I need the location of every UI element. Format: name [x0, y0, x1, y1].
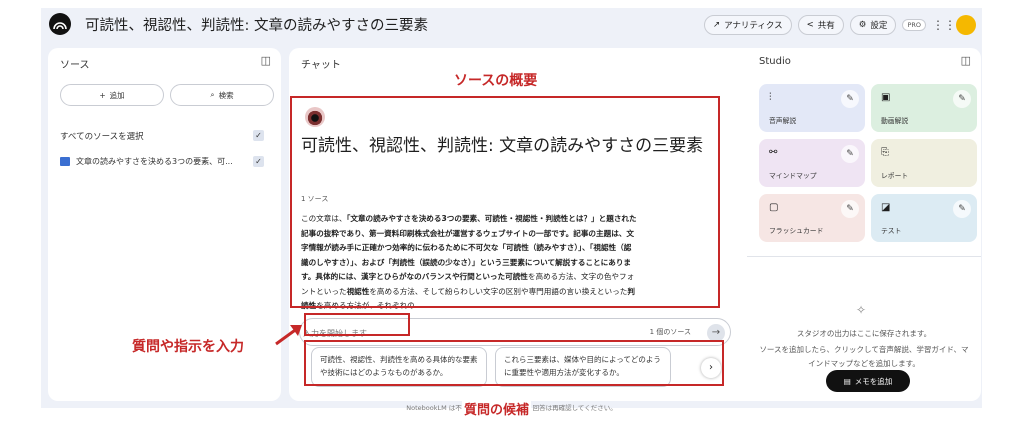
add-source-button[interactable]: + 追加 [60, 84, 164, 106]
pencil-edit-icon[interactable]: ✎ [953, 90, 971, 108]
quiz-icon: ◪ [881, 202, 891, 213]
pro-badge: PRO [902, 19, 926, 31]
search-sparkle-icon: ⌕ [210, 90, 215, 99]
studio-tile-label: レポート [881, 172, 909, 180]
studio-tile-label: 音声解説 [769, 117, 797, 125]
search-source-button[interactable]: ⌕ 検索 [170, 84, 274, 106]
suggestions-annotation: 質問の候補 [462, 399, 532, 418]
studio-panel: Studio ◫ ⫶ 音声解説 ✎ ▣ 動画解説 ✎ ⚯ マインドマップ ✎ ⎘ レポート ▢ フラッシ… [747, 48, 981, 401]
studio-tile-label: 動画解説 [881, 117, 909, 125]
trend-icon: ↗ [712, 20, 721, 30]
apps-grid-icon[interactable]: ⋮⋮ [932, 18, 956, 32]
notebooklm-logo-icon[interactable] [49, 13, 71, 35]
input-source-count: 1 個のソース [649, 328, 691, 336]
pencil-edit-icon[interactable]: ✎ [841, 90, 859, 108]
studio-tile[interactable]: ▣ 動画解説 ✎ [871, 84, 977, 132]
document-icon [60, 157, 70, 166]
source-item[interactable]: 文章の読みやすさを決める3つの要素、可... [60, 156, 233, 167]
share-button[interactable]: < 共有 [797, 15, 844, 35]
analytics-button[interactable]: ↗ アナリティクス [703, 15, 792, 35]
pencil-edit-icon[interactable]: ✎ [841, 145, 859, 163]
studio-tile[interactable]: ▢ フラッシュカード ✎ [759, 194, 865, 242]
studio-tile[interactable]: ◪ テスト ✎ [871, 194, 977, 242]
share-icon: < [806, 20, 814, 30]
top-actions: ↗ アナリティクス < 共有 ⚙ 設定 PRO ⋮⋮ [703, 14, 976, 36]
overview-annotation: ソースの概要 [454, 73, 538, 89]
panel-collapse-icon[interactable]: ◫ [961, 54, 971, 67]
add-note-button[interactable]: ▤ メモを追加 [826, 370, 910, 392]
annotation-arrow-icon [275, 325, 302, 346]
suggestions-highlight-box [304, 340, 724, 386]
studio-empty-message: スタジオの出力はここに保存されます。 [796, 329, 932, 338]
pencil-edit-icon[interactable]: ✎ [841, 200, 859, 218]
gear-icon: ⚙ [858, 20, 867, 30]
studio-tile-label: フラッシュカード [769, 227, 824, 235]
studio-tile-label: テスト [881, 227, 902, 235]
plus-icon: + [99, 90, 106, 100]
sources-panel-title: ソース [60, 60, 90, 71]
input-annotation: 質問や指示を入力 [132, 339, 244, 355]
studio-tile[interactable]: ⚯ マインドマップ ✎ [759, 139, 865, 187]
video-icon: ▣ [881, 92, 891, 103]
chat-panel-title: チャット [301, 60, 341, 71]
pencil-edit-icon[interactable]: ✎ [953, 200, 971, 218]
top-bar: 可読性、視認性、判読性: 文章の読みやすさの三要素 ↗ アナリティクス < 共有 ⚙… [41, 8, 982, 41]
notebook-title[interactable]: 可読性、視認性、判読性: 文章の読みやすさの三要素 [85, 14, 428, 35]
studio-divider [747, 256, 981, 257]
flashcard-icon: ▢ [769, 202, 779, 213]
input-highlight-box [304, 313, 410, 336]
select-all-checkbox[interactable]: ✓ [253, 130, 264, 141]
mind-map-icon: ⚯ [769, 147, 778, 158]
studio-panel-title: Studio [759, 56, 791, 67]
select-all-label: すべてのソースを選択 [60, 132, 144, 142]
note-icon: ▤ [843, 376, 851, 386]
magic-wand-icon: ✧ [856, 303, 867, 317]
studio-empty-hint: ソースを追加したら、クリックして音声解説、学習ガイド、マインドマップなどを追加し… [759, 345, 969, 368]
audio-wave-icon: ⫶ [769, 92, 772, 103]
settings-button[interactable]: ⚙ 設定 [849, 15, 897, 35]
studio-tile-label: マインドマップ [769, 172, 817, 180]
studio-tile[interactable]: ⎘ レポート [871, 139, 977, 187]
studio-tile[interactable]: ⫶ 音声解説 ✎ [759, 84, 865, 132]
overview-highlight-box [290, 96, 720, 308]
source-item-checkbox[interactable]: ✓ [253, 156, 264, 167]
panel-collapse-icon[interactable]: ◫ [261, 54, 271, 67]
avatar[interactable] [956, 15, 976, 35]
report-icon: ⎘ [881, 147, 889, 158]
